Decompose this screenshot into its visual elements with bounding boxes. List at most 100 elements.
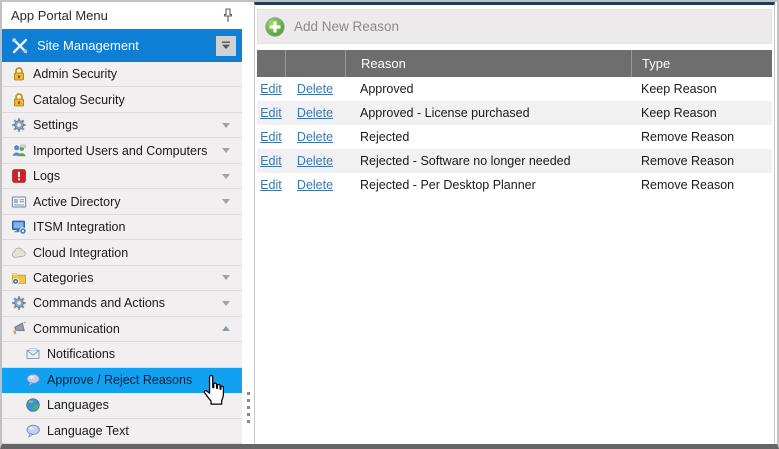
sidebar-item-settings[interactable]: Settings: [2, 113, 242, 138]
sidebar-item-label: Logs: [33, 169, 222, 183]
chevron-down-icon[interactable]: [222, 148, 230, 153]
type-cell: Remove Reason: [631, 125, 772, 149]
sidebar: App Portal Menu Site Management Admin Sec…: [2, 2, 242, 444]
edit-cell: Edit: [257, 125, 285, 149]
sidebar-item-approve-reject-reasons[interactable]: Approve / Reject Reasons: [2, 368, 242, 393]
sidebar-item-label: Active Directory: [33, 195, 222, 209]
panel-splitter[interactable]: [242, 2, 254, 444]
type-cell: Keep Reason: [631, 77, 772, 101]
delete-link[interactable]: Delete: [297, 154, 333, 168]
sidebar-item-cloud-integration[interactable]: Cloud Integration: [2, 240, 242, 265]
chevron-down-icon[interactable]: [222, 301, 230, 306]
delete-link[interactable]: Delete: [297, 178, 333, 192]
monitor-gear-icon: [10, 219, 27, 236]
sidebar-item-active-directory[interactable]: Active Directory: [2, 189, 242, 214]
pin-icon[interactable]: [220, 8, 236, 24]
collapse-toggle-button[interactable]: [216, 36, 236, 56]
sidebar-titlebar: App Portal Menu: [2, 2, 242, 29]
sidebar-item-label: Language Text: [47, 424, 238, 438]
edit-cell: Edit: [257, 101, 285, 125]
sidebar-item-itsm-integration[interactable]: ITSM Integration: [2, 215, 242, 240]
add-plus-icon[interactable]: [265, 17, 285, 37]
sidebar-item-label: Site Management: [37, 38, 216, 53]
folder-gear-icon: [10, 269, 27, 286]
main-panel: Add New Reason Reason Type Edit Delete App…: [254, 2, 775, 444]
table-row: EditDeleteRejectedRemove Reason: [257, 125, 772, 149]
sidebar-item-admin-security[interactable]: Admin Security: [2, 62, 242, 87]
sidebar-item-label: Approve / Reject Reasons: [47, 373, 238, 387]
add-new-reason-label: Add New Reason: [294, 19, 399, 34]
sidebar-menu: Site Management Admin Security Catalog Sec…: [2, 29, 242, 444]
sidebar-item-language-text[interactable]: Language Text: [2, 419, 242, 444]
table-row: EditDeleteApprovedKeep Reason: [257, 77, 772, 101]
app-portal-window: App Portal Menu Site Management Admin Sec…: [0, 0, 779, 449]
edit-cell: Edit: [257, 173, 285, 197]
sidebar-item-notifications[interactable]: Notifications: [2, 342, 242, 367]
splitter-grip-icon[interactable]: [247, 392, 250, 423]
chevron-up-icon[interactable]: [222, 326, 230, 331]
chevron-down-icon[interactable]: [222, 174, 230, 179]
tools-icon: [10, 36, 30, 56]
sidebar-item-commands-and-actions[interactable]: Commands and Actions: [2, 291, 242, 316]
sidebar-item-label: Admin Security: [33, 67, 238, 81]
sidebar-item-languages[interactable]: Languages: [2, 393, 242, 418]
edit-link[interactable]: Edit: [260, 154, 282, 168]
delete-cell: Delete: [285, 125, 345, 149]
sidebar-item-site-management[interactable]: Site Management: [2, 29, 242, 62]
reason-column-header: Reason: [345, 50, 631, 77]
sidebar-item-logs[interactable]: Logs: [2, 164, 242, 189]
edit-link[interactable]: Edit: [260, 82, 282, 96]
sidebar-item-label: Communication: [33, 322, 222, 336]
reason-cell: Rejected - Per Desktop Planner: [345, 173, 631, 197]
table-header-row: Reason Type: [257, 50, 772, 77]
sidebar-item-catalog-security[interactable]: Catalog Security: [2, 87, 242, 112]
delete-cell: Delete: [285, 101, 345, 125]
gear-icon: [10, 117, 27, 134]
delete-column-header: [285, 50, 345, 77]
table-row: Edit Delete Approved - License purchasedKe…: [257, 101, 772, 125]
edit-cell: Edit: [257, 149, 285, 173]
delete-cell: Delete: [285, 77, 345, 101]
delete-link[interactable]: Delete: [297, 82, 333, 96]
sidebar-item-label: Categories: [33, 271, 222, 285]
delete-cell: Delete: [285, 149, 345, 173]
reason-cell: Approved - License purchased: [345, 101, 631, 125]
lock-icon: [10, 91, 27, 108]
delete-link[interactable]: Delete: [297, 106, 333, 120]
chevron-down-icon[interactable]: [222, 199, 230, 204]
sidebar-item-label: ITSM Integration: [33, 220, 238, 234]
cloud-icon: [10, 244, 27, 261]
type-column-header: Type: [631, 50, 772, 77]
sidebar-item-communication[interactable]: Communication: [2, 317, 242, 342]
sidebar-item-label: Commands and Actions: [33, 296, 222, 310]
type-cell: Keep Reason: [631, 101, 772, 125]
globe-icon: [24, 397, 41, 414]
sidebar-title: App Portal Menu: [11, 8, 220, 23]
add-new-reason-button[interactable]: Add New Reason: [257, 9, 772, 44]
lock-icon: [10, 66, 27, 83]
chevron-down-icon[interactable]: [222, 123, 230, 128]
sidebar-item-label: Notifications: [47, 347, 238, 361]
sidebar-item-categories[interactable]: Categories: [2, 266, 242, 291]
speech-bubble-icon: [24, 422, 41, 439]
contact-card-icon: [10, 193, 27, 210]
edit-column-header: [257, 50, 285, 77]
sidebar-item-label: Catalog Security: [33, 93, 238, 107]
envelope-icon: [24, 346, 41, 363]
edit-link[interactable]: Edit: [260, 106, 282, 120]
edit-link[interactable]: Edit: [260, 130, 282, 144]
delete-cell: Delete: [285, 173, 345, 197]
speech-bubble-icon: [24, 371, 41, 388]
edit-link[interactable]: Edit: [260, 178, 282, 192]
reason-cell: Rejected - Software no longer needed: [345, 149, 631, 173]
chevron-down-icon[interactable]: [222, 275, 230, 280]
sidebar-item-label: Settings: [33, 118, 222, 132]
sidebar-item-label: Imported Users and Computers: [33, 144, 222, 158]
sidebar-item-label: Cloud Integration: [33, 246, 238, 260]
table-row: Edit Delete Rejected - Per Desktop Planner…: [257, 173, 772, 197]
logs-icon: [10, 168, 27, 185]
users-icon: [10, 142, 27, 159]
delete-link[interactable]: Delete: [297, 130, 333, 144]
sidebar-item-imported-users-and-computers[interactable]: Imported Users and Computers: [2, 138, 242, 163]
table-row: Edit Delete Rejected - Software no longer …: [257, 149, 772, 173]
